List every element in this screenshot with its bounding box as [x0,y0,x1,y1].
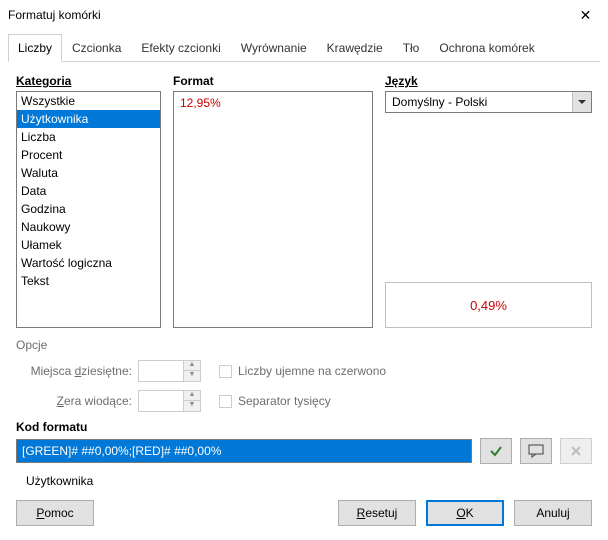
decimals-input[interactable] [139,361,183,381]
user-defined-label: Użytkownika [16,474,592,488]
close-button[interactable]: ✕ [563,0,608,30]
decimals-spinner[interactable]: ▲ ▼ [138,360,201,382]
button-bar: Pomoc Resetuj OK Anuluj [16,500,592,526]
tab-alignment[interactable]: Wyrównanie [231,34,317,61]
category-item-text[interactable]: Tekst [17,272,160,290]
language-label: Język [385,74,592,88]
leading-down[interactable]: ▼ [184,401,200,411]
comment-icon [528,444,544,458]
negative-red-label: Liczby ujemne na czerwono [238,364,386,378]
category-listbox[interactable]: Wszystkie Użytkownika Liczba Procent Wal… [16,91,161,328]
tab-content: Kategoria Wszystkie Użytkownika Liczba P… [0,62,608,496]
format-code-input[interactable] [16,439,472,463]
category-item-all[interactable]: Wszystkie [17,92,160,110]
options-label: Opcje [16,338,592,352]
edit-comment-button[interactable] [520,438,552,464]
category-item-date[interactable]: Data [17,182,160,200]
preview-box: 0,49% [385,282,592,328]
leading-up[interactable]: ▲ [184,391,200,401]
leading-zeros-label: Zera wiodące: [24,394,132,408]
leading-zeros-spinner[interactable]: ▲ ▼ [138,390,201,412]
thousands-separator-label: Separator tysięcy [238,394,331,408]
tab-protection[interactable]: Ochrona komórek [429,34,544,61]
preview-value: 0,49% [470,298,507,313]
category-item-boolean[interactable]: Wartość logiczna [17,254,160,272]
category-item-user[interactable]: Użytkownika [17,110,160,128]
thousands-separator-checkbox[interactable] [219,395,232,408]
category-item-time[interactable]: Godzina [17,200,160,218]
ok-button[interactable]: OK [426,500,504,526]
category-label: Kategoria [16,74,161,88]
tab-font-effects[interactable]: Efekty czcionki [131,34,230,61]
tab-borders[interactable]: Krawędzie [317,34,393,61]
decimals-down[interactable]: ▼ [184,371,200,381]
help-button[interactable]: Pomoc [16,500,94,526]
dialog-title: Formatuj komórki [8,8,563,22]
cancel-button[interactable]: Anuluj [514,500,592,526]
check-icon [489,444,503,458]
tab-numbers[interactable]: Liczby [8,34,62,62]
format-listbox[interactable]: 12,95% [173,91,373,328]
format-code-label: Kod formatu [16,420,592,434]
decimals-up[interactable]: ▲ [184,361,200,371]
category-item-scientific[interactable]: Naukowy [17,218,160,236]
language-select[interactable]: Domyślny - Polski [385,91,592,113]
format-label: Format [173,74,373,88]
leading-zeros-input[interactable] [139,391,183,411]
category-item-currency[interactable]: Waluta [17,164,160,182]
x-icon [570,445,582,457]
format-sample[interactable]: 12,95% [180,96,366,110]
category-item-percent[interactable]: Procent [17,146,160,164]
tab-font[interactable]: Czcionka [62,34,131,61]
apply-format-button[interactable] [480,438,512,464]
tab-background[interactable]: Tło [393,34,430,61]
format-cells-dialog: Formatuj komórki ✕ Liczby Czcionka Efekt… [0,0,608,540]
options-section: Opcje Miejsca dziesiętne: ▲ ▼ Liczby uje… [16,338,592,412]
delete-format-button [560,438,592,464]
reset-button[interactable]: Resetuj [338,500,416,526]
tab-strip: Liczby Czcionka Efekty czcionki Wyrównan… [8,34,600,62]
titlebar: Formatuj komórki ✕ [0,0,608,30]
category-item-fraction[interactable]: Ułamek [17,236,160,254]
negative-red-checkbox[interactable] [219,365,232,378]
decimals-label: Miejsca dziesiętne: [24,364,132,378]
category-item-number[interactable]: Liczba [17,128,160,146]
